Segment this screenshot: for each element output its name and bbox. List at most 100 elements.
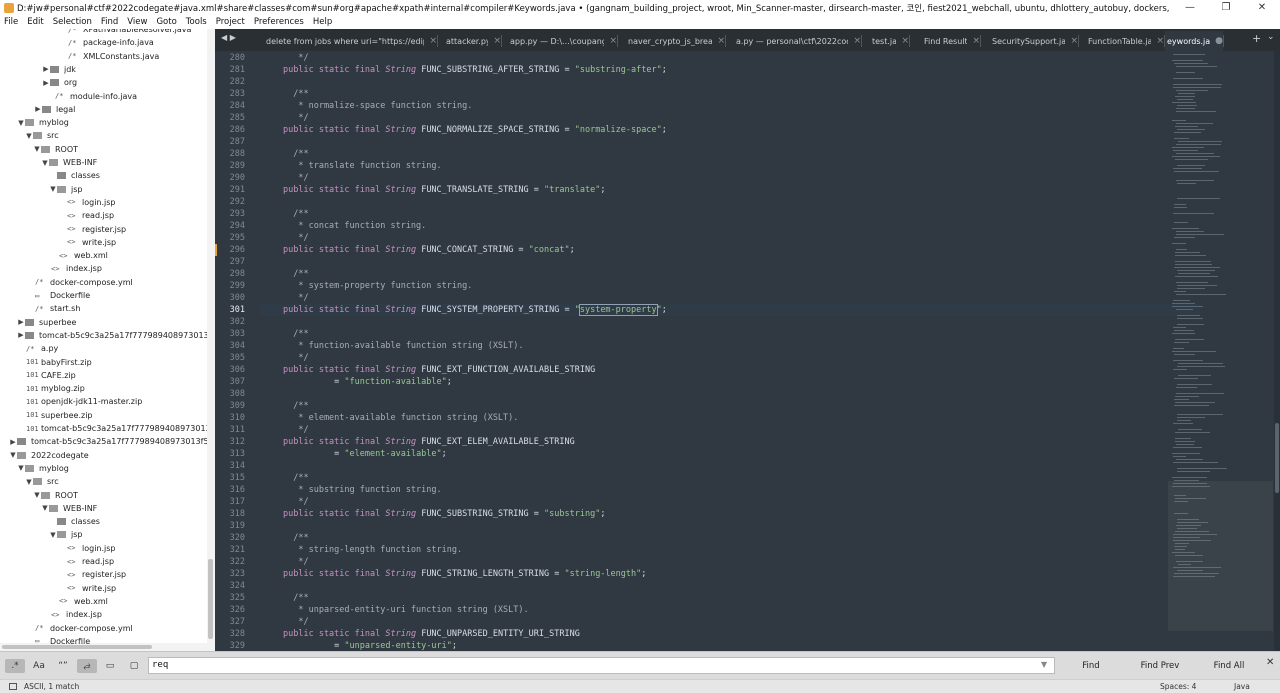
- code-line[interactable]: */: [283, 424, 308, 436]
- code-line[interactable]: /**: [283, 328, 308, 340]
- code-line[interactable]: * concat function string.: [283, 220, 426, 232]
- expand-arrow-down-icon[interactable]: ▼: [25, 132, 33, 140]
- code-line[interactable]: = "unparsed-entity-uri";: [283, 640, 457, 651]
- tab-close-icon[interactable]: ×: [1070, 36, 1078, 46]
- tree-file[interactable]: <> register.jsp: [0, 568, 207, 581]
- tree-file[interactable]: <> index.jsp: [0, 262, 207, 275]
- regex-toggle[interactable]: .*: [5, 659, 25, 673]
- tab-nav-arrows-icon[interactable]: ◀ ▶: [221, 33, 236, 42]
- code-line[interactable]: /**: [283, 400, 308, 412]
- tree-file[interactable]: <> read.jsp: [0, 209, 207, 222]
- menu-item-selection[interactable]: Selection: [53, 17, 92, 27]
- code-line[interactable]: */: [283, 112, 308, 124]
- expand-arrow-down-icon[interactable]: ▼: [49, 531, 57, 539]
- menu-item-edit[interactable]: Edit: [27, 17, 43, 27]
- tree-folder[interactable]: ▼ ROOT: [0, 143, 207, 156]
- sidebar-scrollbar-thumb[interactable]: [208, 559, 213, 639]
- tree-folder[interactable]: ▼ src: [0, 475, 207, 488]
- code-line[interactable]: * unparsed-entity-uri function string (X…: [283, 604, 528, 616]
- tree-folder[interactable]: ▼ 2022codegate: [0, 449, 207, 462]
- find-button[interactable]: Find: [1060, 657, 1122, 674]
- menu-item-project[interactable]: Project: [216, 17, 245, 27]
- code-line[interactable]: /**: [283, 592, 308, 604]
- tab-close-icon[interactable]: ×: [972, 36, 980, 46]
- panel-toggle-icon[interactable]: [9, 683, 17, 690]
- code-line[interactable]: * string-length function string.: [283, 544, 462, 556]
- code-line[interactable]: = "function-available";: [283, 376, 452, 388]
- expand-arrow-down-icon[interactable]: ▼: [9, 451, 17, 459]
- tree-folder[interactable]: ▼ jsp: [0, 183, 207, 196]
- code-line[interactable]: * substring function string.: [283, 484, 441, 496]
- tree-folder[interactable]: ▼ WEB-INF: [0, 156, 207, 169]
- menu-item-find[interactable]: Find: [101, 17, 118, 27]
- code-line[interactable]: public static final String FUNC_SUBSTRIN…: [283, 508, 605, 520]
- tree-file[interactable]: /* docker-compose.yml: [0, 276, 207, 289]
- code-line[interactable]: */: [283, 232, 308, 244]
- close-find-panel-button[interactable]: ✕: [1266, 657, 1274, 668]
- tree-file[interactable]: 101 openjdk-jdk11-master.zip: [0, 395, 207, 408]
- code-line[interactable]: = "element-available";: [283, 448, 447, 460]
- tree-file[interactable]: 101 CAFE.zip: [0, 369, 207, 382]
- tab[interactable]: delete from jobs where uri="https://edip…: [257, 31, 437, 51]
- tree-file[interactable]: 101tomcat-b5c9c3a25a17f777989408973013f5…: [0, 422, 207, 435]
- tree-folder[interactable]: ▶ superbee: [0, 316, 207, 329]
- tree-file[interactable]: /* XPathVariableResolver.java: [0, 29, 207, 36]
- tab[interactable]: naver_crypto_js_break.py ×: [619, 31, 725, 51]
- tab[interactable]: SecuritySupport.java ×: [983, 31, 1078, 51]
- in-selection-toggle[interactable]: ▭: [100, 659, 120, 673]
- tree-file[interactable]: /* module-info.java: [0, 90, 207, 103]
- tree-folder[interactable]: ▼ jsp: [0, 528, 207, 541]
- tree-file[interactable]: <> index.jsp: [0, 608, 207, 621]
- tab-close-icon[interactable]: ×: [493, 36, 501, 46]
- find-all-button[interactable]: Find All: [1198, 657, 1260, 674]
- tree-folder[interactable]: ▶ tomcat-b5c9c3a25a17f777989408973013f531…: [0, 435, 207, 448]
- tree-folder[interactable]: ▼ ROOT: [0, 489, 207, 502]
- status-syntax[interactable]: Java: [1234, 682, 1250, 691]
- tab-close-icon[interactable]: ×: [853, 36, 861, 46]
- code-line[interactable]: /**: [283, 208, 308, 220]
- collapse-arrow-right-icon[interactable]: ▶: [34, 105, 42, 113]
- find-input[interactable]: req: [148, 657, 1055, 674]
- code-line[interactable]: */: [283, 556, 308, 568]
- minimize-button[interactable]: —: [1172, 0, 1208, 15]
- collapse-arrow-right-icon[interactable]: ▶: [9, 438, 17, 446]
- tab-active[interactable]: eywords.java ●: [1165, 31, 1223, 51]
- find-history-dropdown-icon[interactable]: ▼: [1041, 660, 1047, 669]
- code-line[interactable]: public static final String FUNC_SUBSTRIN…: [283, 64, 667, 76]
- code-line[interactable]: */: [283, 292, 308, 304]
- new-tab-plus-icon[interactable]: +: [1252, 32, 1261, 45]
- menu-item-tools[interactable]: Tools: [186, 17, 207, 27]
- collapse-arrow-right-icon[interactable]: ▶: [42, 79, 50, 87]
- code-line[interactable]: /**: [283, 532, 308, 544]
- code-line[interactable]: /**: [283, 268, 308, 280]
- whole-word-toggle[interactable]: “”: [53, 659, 73, 673]
- tree-file[interactable]: <> register.jsp: [0, 223, 207, 236]
- code-line[interactable]: * element-available function string (XSL…: [283, 412, 518, 424]
- tree-file[interactable]: <> web.xml: [0, 249, 207, 262]
- tab[interactable]: a.py — personal\ctf\2022codegate ×: [727, 31, 861, 51]
- menu-item-view[interactable]: View: [127, 17, 147, 27]
- tab[interactable]: test.java ×: [863, 31, 909, 51]
- tab[interactable]: Find Results ×: [915, 31, 980, 51]
- expand-arrow-down-icon[interactable]: ▼: [49, 185, 57, 193]
- code-line[interactable]: public static final String FUNC_EXT_ELEM…: [283, 436, 575, 448]
- code-line[interactable]: public static final String FUNC_STRING_L…: [283, 568, 646, 580]
- tree-folder[interactable]: classes: [0, 515, 207, 528]
- tree-file[interactable]: /* start.sh: [0, 302, 207, 315]
- tree-file[interactable]: <> web.xml: [0, 595, 207, 608]
- minimap[interactable]: [1170, 51, 1270, 651]
- collapse-arrow-right-icon[interactable]: ▶: [42, 65, 50, 73]
- maximize-button[interactable]: ❐: [1208, 0, 1244, 15]
- find-prev-button[interactable]: Find Prev: [1129, 657, 1191, 674]
- tree-file[interactable]: <> login.jsp: [0, 196, 207, 209]
- tree-file[interactable]: <> read.jsp: [0, 555, 207, 568]
- tab-close-icon[interactable]: ×: [429, 36, 437, 46]
- tree-file[interactable]: /* a.py: [0, 342, 207, 355]
- tree-folder[interactable]: ▼ src: [0, 129, 207, 142]
- code-editor[interactable]: 280 281 282 283 284 285 286 287 288 289 290 291 292 2…: [215, 51, 1280, 651]
- tree-folder[interactable]: classes: [0, 169, 207, 182]
- highlight-matches-toggle[interactable]: ▢: [124, 659, 144, 673]
- tab[interactable]: attacker.py ×: [437, 31, 501, 51]
- code-line[interactable]: /**: [283, 148, 308, 160]
- tree-file[interactable]: /* package-info.java: [0, 36, 207, 49]
